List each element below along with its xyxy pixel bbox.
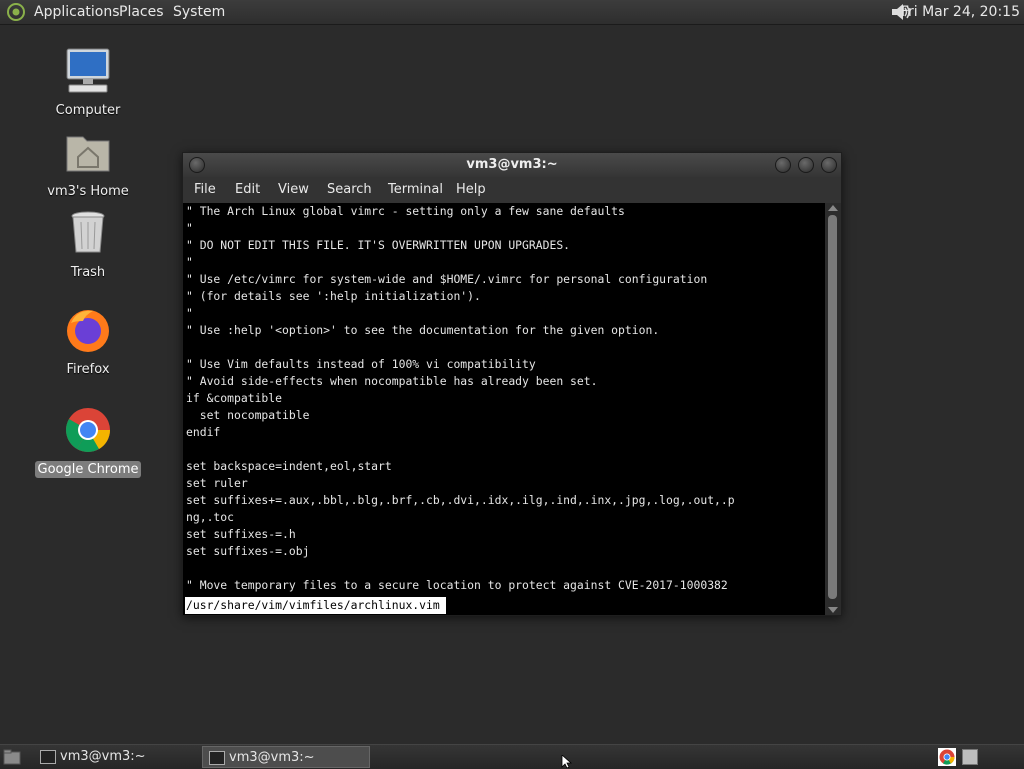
vim-status-line: /usr/share/vim/vimfiles/archlinux.vim xyxy=(185,597,446,614)
scroll-down-arrow-icon[interactable] xyxy=(828,607,838,613)
taskbar-button-label: vm3@vm3:~ xyxy=(60,749,146,764)
menu-help[interactable]: Help xyxy=(456,182,486,197)
desktop-icon-label: vm3's Home xyxy=(47,184,129,199)
desktop-icon-computer[interactable]: Computer xyxy=(33,46,143,119)
menu-edit[interactable]: Edit xyxy=(235,182,260,197)
home-folder-icon xyxy=(66,136,110,172)
taskbar-button-active[interactable]: vm3@vm3:~ xyxy=(202,746,370,768)
desktop-icon-firefox[interactable]: Firefox xyxy=(33,305,143,378)
bottom-panel: vm3@vm3:~ vm3@vm3:~ xyxy=(0,744,1024,769)
terminal-text: " The Arch Linux global vimrc - setting … xyxy=(186,204,735,592)
menu-system[interactable]: System xyxy=(173,3,225,21)
menu-search[interactable]: Search xyxy=(327,182,372,197)
menu-file[interactable]: File xyxy=(194,182,216,197)
show-desktop-icon[interactable] xyxy=(3,749,21,765)
terminal-icon xyxy=(209,751,225,765)
menu-applications[interactable]: Applications xyxy=(34,3,120,21)
close-button[interactable] xyxy=(821,157,837,173)
terminal-window: vm3@vm3:~ File Edit View Search Terminal… xyxy=(182,152,842,616)
desktop-icon-label: Firefox xyxy=(66,362,110,377)
mouse-cursor-icon xyxy=(561,755,573,768)
window-titlebar[interactable]: vm3@vm3:~ xyxy=(183,153,841,177)
taskbar-button[interactable]: vm3@vm3:~ xyxy=(34,746,222,768)
clock[interactable]: Fri Mar 24, 20:15 xyxy=(901,3,1020,21)
scroll-up-arrow-icon[interactable] xyxy=(828,205,838,211)
desktop-icon-trash[interactable]: Trash xyxy=(33,208,143,281)
terminal-icon xyxy=(40,750,56,764)
taskbar-button-label: vm3@vm3:~ xyxy=(229,750,315,765)
trash-icon xyxy=(71,211,105,253)
window-title: vm3@vm3:~ xyxy=(466,157,558,172)
distro-logo-icon[interactable] xyxy=(6,2,26,22)
chrome-tray-icon[interactable] xyxy=(938,748,956,766)
firefox-icon xyxy=(67,310,109,352)
desktop-icon-label: Google Chrome xyxy=(34,461,142,478)
menu-terminal[interactable]: Terminal xyxy=(388,182,443,197)
menu-view[interactable]: View xyxy=(278,182,309,197)
terminal-area[interactable]: " The Arch Linux global vimrc - setting … xyxy=(183,203,825,615)
desktop-icon-home[interactable]: vm3's Home xyxy=(33,127,143,200)
computer-icon xyxy=(66,48,110,93)
scroll-thumb[interactable] xyxy=(828,215,837,599)
desktop-icon-label: Computer xyxy=(55,103,121,118)
window-menubar: File Edit View Search Terminal Help xyxy=(183,177,841,203)
minimize-button[interactable] xyxy=(775,157,791,173)
menu-places[interactable]: Places xyxy=(119,3,164,21)
desktop-icon-chrome[interactable]: Google Chrome xyxy=(33,405,143,478)
workspace-switcher[interactable] xyxy=(962,749,978,765)
chrome-icon xyxy=(66,408,110,452)
terminal-scrollbar[interactable] xyxy=(825,203,841,615)
top-panel: Applications Places System Fri Mar 24, 2… xyxy=(0,0,1024,25)
maximize-button[interactable] xyxy=(798,157,814,173)
desktop-icon-label: Trash xyxy=(70,265,106,280)
